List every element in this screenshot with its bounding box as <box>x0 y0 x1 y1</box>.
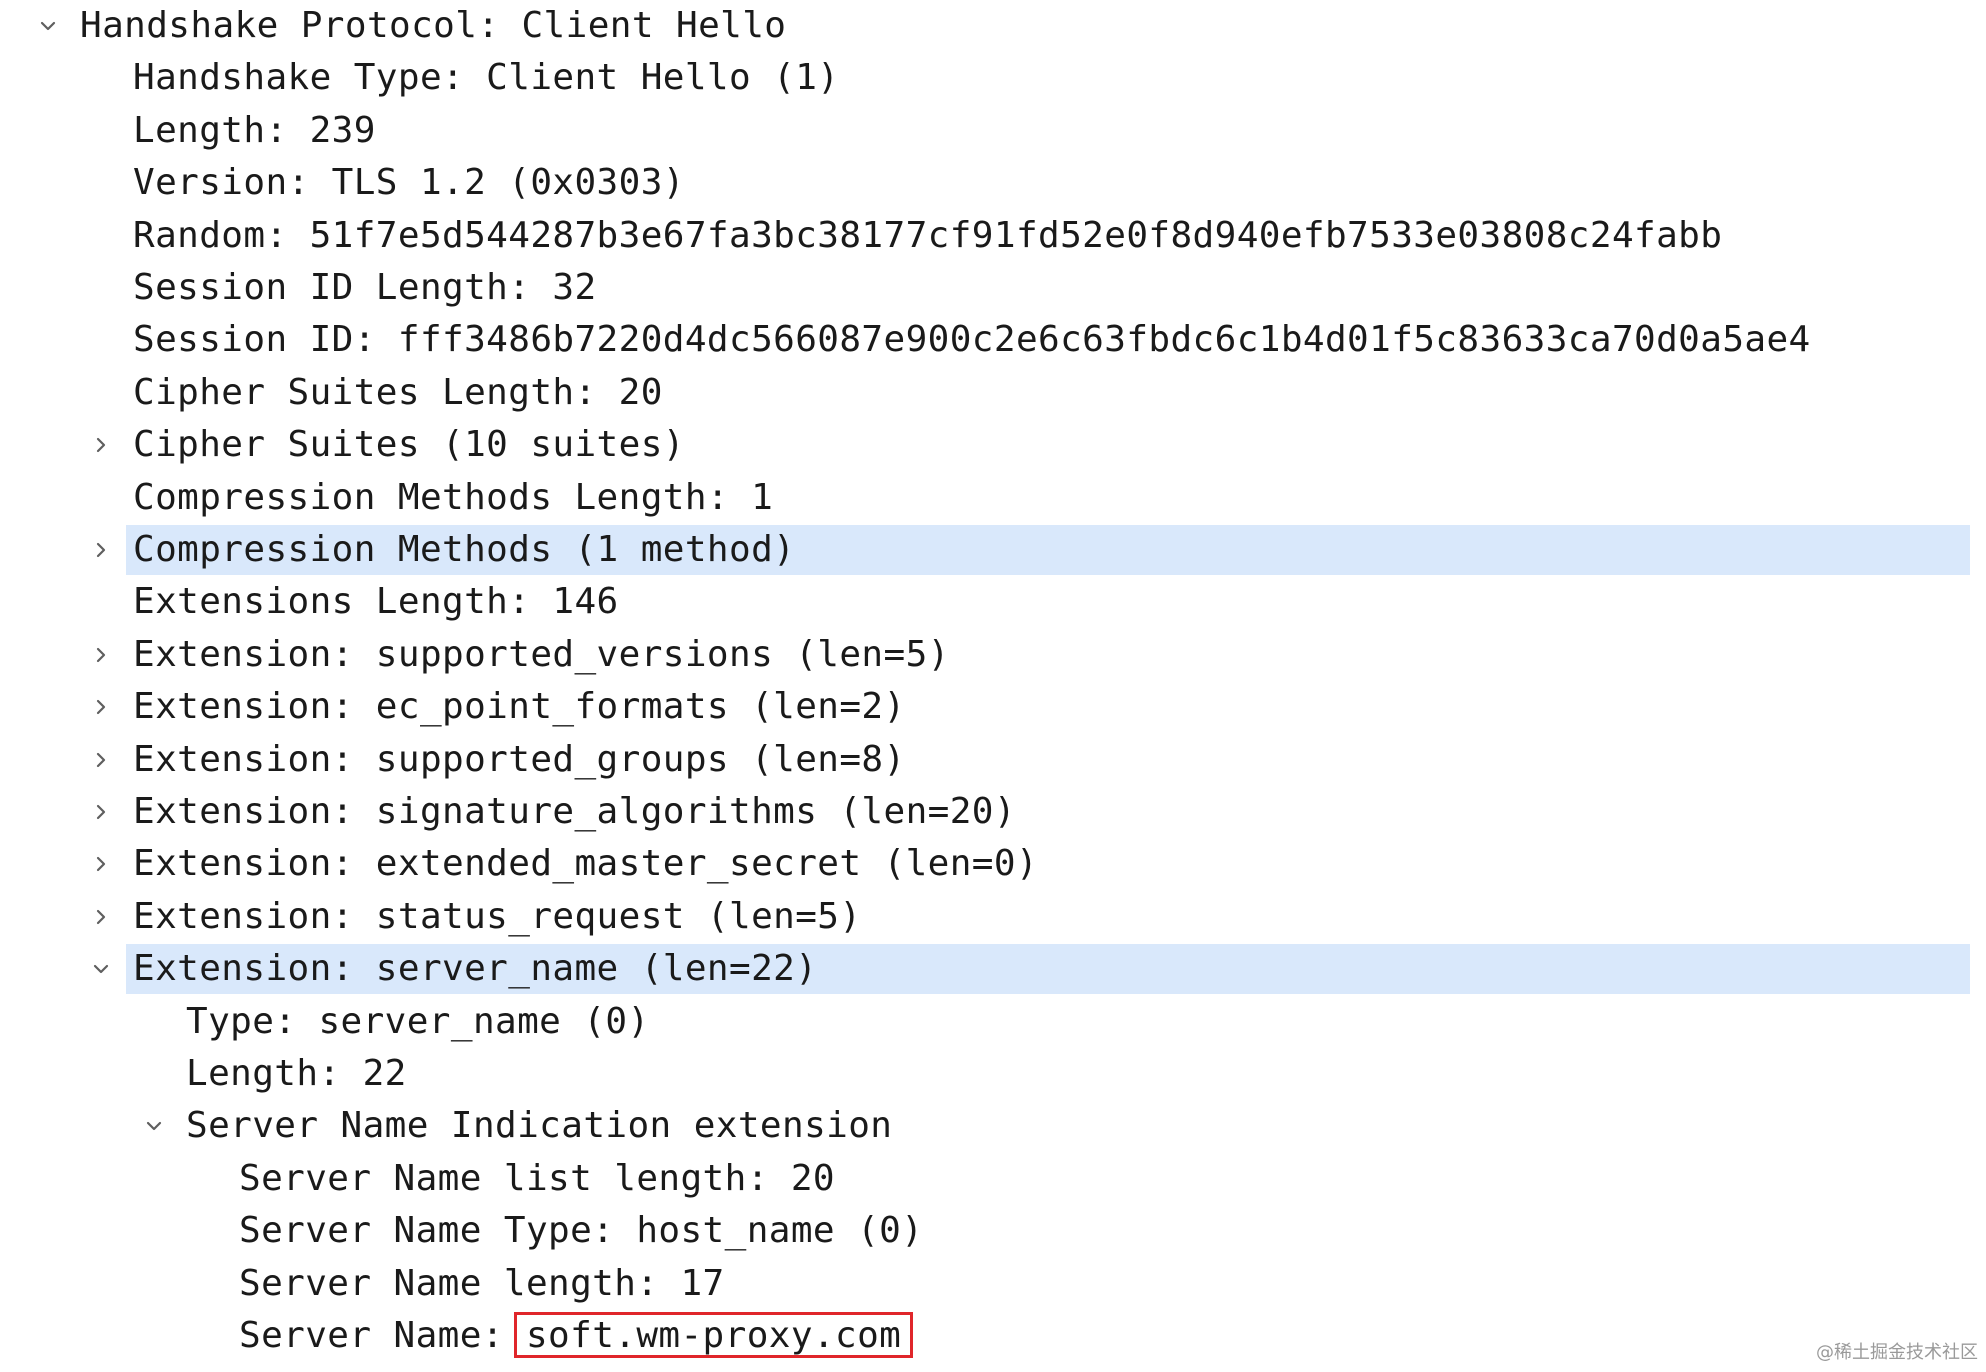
field-text: Compression Methods (1 method) <box>133 529 796 570</box>
field-text: Type: server_name (0) <box>186 1000 650 1042</box>
field-text: Extension: ec_point_formats (len=2) <box>133 686 906 728</box>
tree-row-label: Type: server_name (0) <box>186 996 650 1048</box>
field-text: Compression Methods Length: 1 <box>133 476 774 518</box>
watermark: @稀土掘金技术社区 <box>1816 1342 1978 1363</box>
tree-row[interactable]: Extension: signature_algorithms (len=20) <box>0 786 1986 838</box>
field-text: Length: 22 <box>186 1053 407 1094</box>
chevron-right-icon[interactable] <box>87 524 115 576</box>
field-text: Random: 51f7e5d544287b3e67fa3bc38177cf91… <box>133 214 1723 256</box>
field-text: Cipher Suites Length: 20 <box>133 371 663 413</box>
tree-row[interactable]: Server Name Indication extension <box>0 1100 1986 1152</box>
tree-row-label: Extension: ec_point_formats (len=2) <box>133 681 906 733</box>
tree-row-label: Cipher Suites Length: 20 <box>133 367 663 419</box>
field-text: Cipher Suites (10 suites) <box>133 424 685 466</box>
tree-row-label: Random: 51f7e5d544287b3e67fa3bc38177cf91… <box>133 210 1722 262</box>
field-text: Session ID Length: 32 <box>133 267 597 308</box>
chevron-right-icon[interactable] <box>87 786 115 838</box>
chevron-right-icon[interactable] <box>87 681 115 733</box>
field-text: Server Name length: 17 <box>239 1262 725 1304</box>
tree-row[interactable]: Extensions Length: 146 <box>0 576 1986 628</box>
tree-row[interactable]: Extension: extended_master_secret (len=0… <box>0 838 1986 890</box>
tree-row-label: Session ID Length: 32 <box>133 262 597 314</box>
tree-row[interactable]: Session ID Length: 32 <box>0 262 1986 314</box>
tree-row[interactable]: Cipher Suites (10 suites) <box>0 419 1986 471</box>
field-text: Server Name: <box>239 1315 526 1356</box>
field-text: Server Name Type: host_name (0) <box>239 1210 924 1252</box>
tree-row[interactable]: Session ID: fff3486b7220d4dc566087e900c2… <box>0 314 1986 366</box>
field-text: Extension: extended_master_secret (len=0… <box>133 843 1039 885</box>
tree-row[interactable]: Extension: ec_point_formats (len=2) <box>0 681 1986 733</box>
tree-row[interactable]: Server Name Type: host_name (0) <box>0 1205 1986 1257</box>
field-text: Session ID: fff3486b7220d4dc566087e900c2… <box>133 319 1811 361</box>
tree-row[interactable]: Server Name list length: 20 <box>0 1153 1986 1205</box>
tree-row[interactable]: Handshake Type: Client Hello (1) <box>0 52 1986 104</box>
tree-row-label: Extension: extended_master_secret (len=0… <box>133 838 1038 890</box>
tree-row[interactable]: Extension: supported_versions (len=5) <box>0 629 1986 681</box>
tree-row-label: Server Name Type: host_name (0) <box>239 1205 923 1257</box>
tree-row[interactable]: Handshake Protocol: Client Hello <box>0 0 1986 52</box>
tree-row-label: Version: TLS 1.2 (0x0303) <box>133 157 685 209</box>
tree-row-label: Extension: supported_groups (len=8) <box>133 734 906 786</box>
field-text: Extension: supported_groups (len=8) <box>133 738 906 780</box>
tree-row[interactable]: Random: 51f7e5d544287b3e67fa3bc38177cf91… <box>0 210 1986 262</box>
field-text: Version: TLS 1.2 (0x0303) <box>133 162 685 204</box>
field-text: Handshake Protocol: Client Hello <box>80 5 787 46</box>
tree-row-label: Server Name list length: 20 <box>239 1153 835 1205</box>
field-text: Server Name list length: 20 <box>239 1157 835 1199</box>
tree-row-label: Length: 239 <box>133 105 376 157</box>
tree-row-label: Extension: signature_algorithms (len=20) <box>133 786 1016 838</box>
tree-row-label: Handshake Type: Client Hello (1) <box>133 52 839 104</box>
tree-row-label: Server Name length: 17 <box>239 1258 725 1310</box>
chevron-right-icon[interactable] <box>87 838 115 890</box>
field-text: Extension: signature_algorithms (len=20) <box>133 791 1016 832</box>
field-text: Extension: status_request (len=5) <box>133 895 862 937</box>
tree-row[interactable]: Compression Methods Length: 1 <box>0 472 1986 524</box>
tree-row[interactable]: Extension: supported_groups (len=8) <box>0 734 1986 786</box>
field-text: Server Name Indication extension <box>186 1105 893 1147</box>
tree-row[interactable]: Compression Methods (1 method) <box>0 524 1986 576</box>
field-text: Extensions Length: 146 <box>133 581 619 623</box>
tree-row-label: Extensions Length: 146 <box>133 576 619 628</box>
field-text: Extension: supported_versions (len=5) <box>133 633 950 675</box>
tree-row[interactable]: Length: 239 <box>0 105 1986 157</box>
tree-row-label: Extension: status_request (len=5) <box>133 891 861 943</box>
tree-row[interactable]: Cipher Suites Length: 20 <box>0 367 1986 419</box>
tree-row[interactable]: Type: server_name (0) <box>0 996 1986 1048</box>
tree-row-label: Extension: server_name (len=22) <box>133 943 817 995</box>
tree-row-label: Session ID: fff3486b7220d4dc566087e900c2… <box>133 314 1811 366</box>
chevron-down-icon[interactable] <box>140 1100 168 1152</box>
tree-row-label: Cipher Suites (10 suites) <box>133 419 685 471</box>
tree-row[interactable]: Extension: server_name (len=22) <box>0 943 1986 995</box>
chevron-down-icon[interactable] <box>87 943 115 995</box>
tree-row[interactable]: Version: TLS 1.2 (0x0303) <box>0 157 1986 209</box>
tree-row-label: Handshake Protocol: Client Hello <box>80 0 786 52</box>
chevron-right-icon[interactable] <box>87 629 115 681</box>
field-text: Length: 239 <box>133 109 376 151</box>
tree-row[interactable]: Length: 22 <box>0 1048 1986 1100</box>
chevron-right-icon[interactable] <box>87 419 115 471</box>
chevron-right-icon[interactable] <box>87 891 115 943</box>
highlight-box <box>514 1312 913 1358</box>
field-text: Handshake Type: Client Hello (1) <box>133 57 840 99</box>
tree-row[interactable]: Server Name: soft.wm-proxy.com <box>0 1310 1986 1362</box>
tree-row[interactable]: Extension: status_request (len=5) <box>0 891 1986 943</box>
tree-row-label: Compression Methods (1 method) <box>133 524 795 576</box>
field-text: Extension: server_name (len=22) <box>133 948 818 990</box>
tree-row-label: Server Name Indication extension <box>186 1100 892 1152</box>
tree-row-label: Compression Methods Length: 1 <box>133 472 773 524</box>
chevron-down-icon[interactable] <box>34 0 62 52</box>
tree-row-label: Length: 22 <box>186 1048 407 1100</box>
tree-row[interactable]: Server Name length: 17 <box>0 1258 1986 1310</box>
tree-row-label: Extension: supported_versions (len=5) <box>133 629 950 681</box>
chevron-right-icon[interactable] <box>87 734 115 786</box>
